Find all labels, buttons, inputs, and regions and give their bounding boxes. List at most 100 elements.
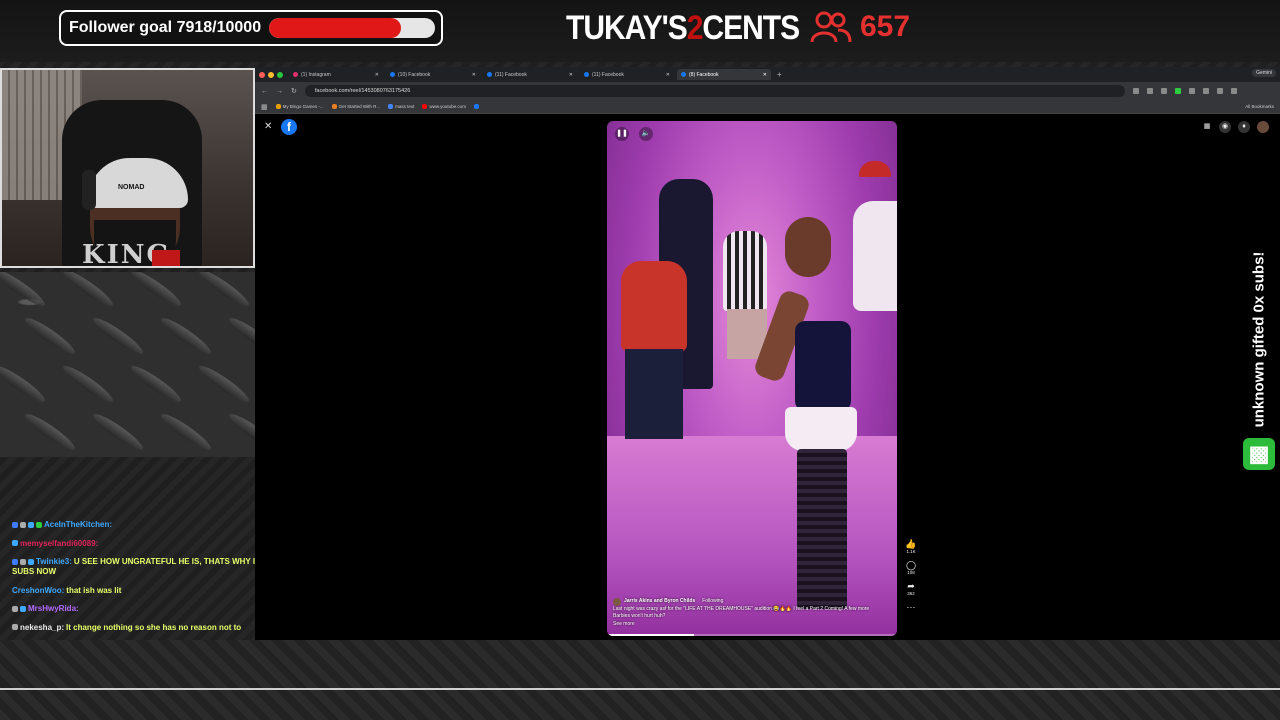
top-overlay-bar: Follower goal 7918/10000 TUKAY'S2CENTS 6… — [0, 0, 1280, 62]
forward-icon[interactable]: → — [276, 88, 283, 95]
chat-username[interactable]: AceInTheKitchen: — [44, 520, 112, 529]
diamond-plate-ridge — [127, 272, 185, 311]
diamond-plate-ridge — [89, 313, 147, 359]
chat-badge-icon — [28, 558, 34, 565]
tab-close-icon[interactable]: ✕ — [375, 72, 379, 78]
notifications-bell-icon[interactable]: ♦ — [1238, 121, 1250, 133]
bookmark-favicon-icon — [422, 104, 428, 109]
chat-username[interactable]: memyselfandi60089: — [20, 539, 98, 548]
bookmark-label: My Bingo Games -... — [282, 104, 324, 109]
profile-icon[interactable] — [1216, 88, 1223, 94]
chat-username[interactable]: CreshonWoo: — [12, 586, 64, 595]
browser-tab[interactable]: (1) Instagram ✕ — [289, 69, 383, 80]
chat-badge-icon — [12, 624, 18, 631]
menu-icon[interactable] — [1230, 88, 1237, 94]
tab-close-icon[interactable]: ✕ — [763, 72, 767, 78]
tab-favicon-icon — [293, 72, 298, 77]
window-close-button[interactable] — [259, 71, 265, 78]
browser-tab[interactable]: (11) Facebook ✕ — [483, 69, 577, 80]
mute-icon[interactable]: 🔈 — [639, 127, 653, 141]
tab-close-icon[interactable]: ✕ — [472, 72, 476, 78]
logo-text-post: CENTS — [702, 8, 800, 47]
diamond-plate-ridge — [225, 409, 255, 455]
bookmark-item[interactable]: Get Started With R... — [331, 104, 381, 109]
more-icon: ⋯ — [906, 602, 916, 612]
new-tab-button[interactable]: + — [777, 70, 782, 79]
share-button[interactable]: ➦ 362 — [907, 581, 915, 596]
tab-close-icon[interactable]: ✕ — [666, 72, 670, 78]
bookmark-favicon-icon — [388, 104, 394, 109]
like-button[interactable]: 👍 1.1K — [905, 539, 916, 554]
bookmark-label: mass text — [395, 104, 415, 109]
author-avatar[interactable] — [613, 597, 621, 606]
tab-favicon-icon — [584, 72, 589, 77]
comment-button[interactable]: ◯ 108 — [906, 560, 916, 575]
reel-authors[interactable]: Jarris Akins and Byron Childs — [624, 598, 695, 606]
webcam-cap-text: NOMAD — [118, 184, 145, 191]
browser-tab[interactable]: (8) Facebook ✕ — [677, 69, 771, 80]
extension-icon[interactable] — [1202, 88, 1209, 94]
bookmark-favicon-icon — [473, 104, 479, 109]
profile-avatar[interactable] — [1257, 121, 1269, 133]
thumbs-up-icon: 👍 — [905, 539, 917, 549]
chat-badge-icon — [20, 521, 26, 528]
chat-username[interactable]: MrsHwyRida: — [28, 604, 79, 613]
diamond-plate-ridge — [21, 313, 79, 359]
follower-goal-progress-fill — [269, 18, 401, 38]
following-button[interactable]: Following — [702, 598, 723, 606]
gemini-button[interactable]: Gemini — [1252, 69, 1276, 77]
diamond-plate-ridge — [0, 272, 49, 311]
bookmark-item[interactable]: My Bingo Games -... — [275, 104, 324, 109]
diamond-plate-ridge — [21, 409, 79, 455]
messenger-icon[interactable]: ◉ — [1219, 121, 1231, 133]
reel-dancer-top — [795, 321, 851, 411]
close-icon[interactable]: ✕ — [264, 121, 272, 132]
bookmark-item[interactable]: www.youtube.com — [422, 104, 466, 109]
viewer-count: 657 — [810, 10, 910, 44]
bottom-divider — [0, 688, 1280, 690]
browser-tab[interactable]: (11) Facebook ✕ — [580, 69, 674, 80]
chat-badge-icon — [20, 558, 26, 565]
all-bookmarks-button[interactable]: All Bookmarks — [1245, 104, 1274, 109]
window-minimize-button[interactable] — [268, 71, 274, 78]
back-icon[interactable]: ← — [261, 88, 268, 95]
reel-dancer-head — [785, 217, 831, 277]
extension-icon[interactable] — [1188, 88, 1195, 94]
window-maximize-button[interactable] — [277, 71, 283, 78]
diamond-plate-ridge — [157, 313, 215, 359]
address-bar[interactable]: facebook.com/reel/1453080763175426 — [304, 85, 1125, 97]
diamond-plate-panel — [0, 272, 255, 457]
menu-grid-icon[interactable]: ▦ — [1201, 121, 1213, 133]
reel-actions: 👍 1.1K ◯ 108 ➦ 362 ⋯ — [903, 539, 919, 612]
chat-username[interactable]: nekesha_p: — [20, 623, 64, 632]
reel-progress-bar[interactable] — [607, 634, 897, 636]
chat-username[interactable]: Twinkie3: — [36, 557, 72, 566]
reel-person-white-shirt — [853, 201, 897, 311]
share-icon: ➦ — [907, 581, 915, 591]
address-bar-url: facebook.com/reel/1453080763175426 — [314, 88, 411, 94]
see-more-link[interactable]: See more — [613, 621, 883, 629]
extension-icon[interactable] — [1160, 88, 1167, 94]
chat-text: It change nothing so she has no reason n… — [66, 622, 242, 632]
share-count: 362 — [907, 591, 915, 596]
diamond-plate-ridge — [127, 361, 185, 407]
extension-icon[interactable] — [1132, 88, 1139, 94]
tab-close-icon[interactable]: ✕ — [569, 72, 573, 78]
reel-video[interactable]: ❚❚ 🔈 Jarris Akins and Byron Childs Follo… — [607, 121, 897, 636]
diamond-plate-ridge — [59, 361, 117, 407]
reel-person-striped-shirt — [723, 231, 767, 311]
bookmark-star-icon[interactable] — [1146, 88, 1153, 94]
facebook-logo-icon[interactable]: f — [281, 119, 297, 135]
bookmark-item[interactable] — [473, 104, 481, 109]
more-options-button[interactable]: ⋯ — [907, 602, 916, 612]
bookmark-item[interactable]: mass text — [388, 104, 414, 109]
pause-icon[interactable]: ❚❚ — [615, 127, 629, 141]
browser-tab[interactable]: (10) Facebook ✕ — [386, 69, 480, 80]
reel-dancer-skirt — [785, 407, 857, 451]
reel-caption-text: Last night was crazy asf for the "LIFE A… — [613, 605, 870, 620]
webcam-red-object — [152, 250, 180, 266]
reload-icon[interactable]: ↻ — [291, 87, 297, 95]
bookmark-label: Get Started With R... — [338, 104, 381, 109]
apps-grid-icon[interactable]: ▦ — [261, 103, 268, 111]
extension-icon[interactable] — [1174, 88, 1181, 94]
